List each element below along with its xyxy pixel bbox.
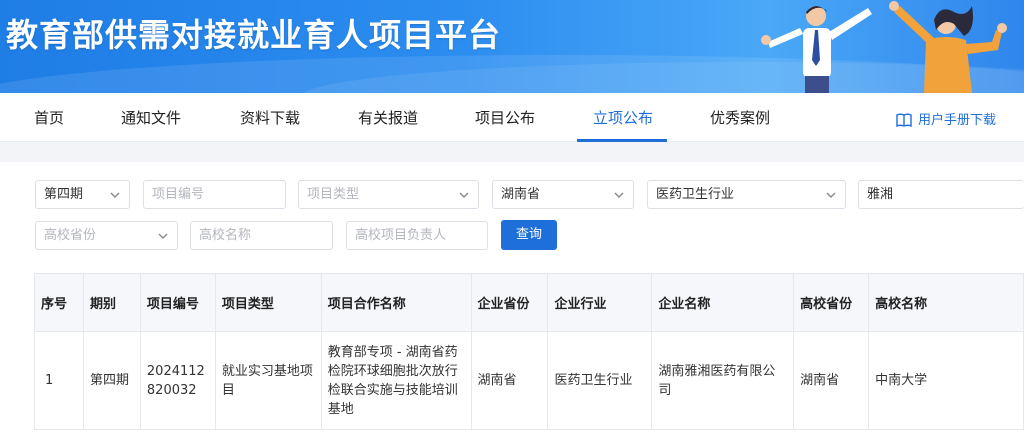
cell-project-no: 2024112820032 [139, 331, 216, 430]
nav-active-indicator [577, 139, 667, 142]
site-title: 教育部供需对接就业育人项目平台 [6, 16, 502, 54]
results-table: 序号 期别 项目编号 项目类型 项目合作名称 企业省份 企业行业 企业名称 高校… [34, 273, 1024, 430]
province-select-value: 湖南省 [501, 187, 541, 202]
nav-project-announce[interactable]: 项目公布 [475, 107, 535, 128]
period-select-value: 第四期 [44, 187, 84, 202]
cell-school-name: 中南大学 [868, 331, 1024, 430]
industry-select[interactable]: 医药卫生行业 [647, 180, 846, 209]
school-name-input[interactable]: 高校名称 [190, 221, 333, 250]
cell-index: 1 [34, 331, 84, 430]
cell-company-name: 湖南雅湘医药有限公司 [651, 331, 795, 430]
nav-notices[interactable]: 通知文件 [121, 107, 181, 128]
chevron-down-icon [826, 192, 836, 198]
table-row[interactable]: 1 第四期 2024112820032 就业实习基地项目 教育部专项 - 湖南省… [34, 331, 1024, 430]
period-select[interactable]: 第四期 [35, 180, 130, 209]
cell-company-industry: 医药卫生行业 [547, 331, 653, 430]
book-icon [896, 113, 912, 128]
chevron-down-icon [459, 192, 469, 198]
column-header: 高校省份 [793, 273, 870, 332]
industry-select-value: 医药卫生行业 [656, 187, 735, 202]
province-select[interactable]: 湖南省 [492, 180, 634, 209]
main-content: 第四期 项目编号 项目类型 湖南省 医药卫生行业 雅湘 高校省份 高校名称 高校… [0, 162, 1024, 440]
nav-approval-announce[interactable]: 立项公布 [593, 107, 653, 128]
chevron-down-icon [110, 192, 120, 198]
column-header: 高校名称 [868, 273, 1024, 332]
column-header: 期别 [82, 273, 141, 332]
project-no-placeholder: 项目编号 [152, 187, 205, 202]
project-no-input[interactable]: 项目编号 [143, 180, 286, 209]
column-header: 序号 [34, 273, 84, 332]
school-leader-input[interactable]: 高校项目负责人 [346, 221, 488, 250]
nav-downloads[interactable]: 资料下载 [240, 107, 300, 128]
project-type-select[interactable]: 项目类型 [298, 180, 479, 209]
manual-download-label: 用户手册下载 [918, 113, 997, 128]
school-province-select[interactable]: 高校省份 [35, 221, 178, 250]
school-name-placeholder: 高校名称 [199, 228, 252, 243]
school-leader-placeholder: 高校项目负责人 [355, 228, 447, 243]
nav-reports[interactable]: 有关报道 [358, 107, 418, 128]
cell-project-type: 就业实习基地项目 [214, 331, 322, 430]
column-header: 企业行业 [547, 273, 653, 332]
chevron-down-icon [614, 192, 624, 198]
nav-cases[interactable]: 优秀案例 [710, 107, 770, 128]
column-header: 企业名称 [651, 273, 795, 332]
company-input-value: 雅湘 [867, 187, 894, 202]
chevron-down-icon [158, 233, 168, 239]
cell-company-province: 湖南省 [470, 331, 549, 430]
column-header: 企业省份 [470, 273, 549, 332]
main-nav: 首页 通知文件 资料下载 有关报道 项目公布 立项公布 优秀案例 用户手册下载 [0, 93, 1024, 142]
company-input[interactable]: 雅湘 [858, 180, 1024, 209]
cell-period: 第四期 [82, 331, 141, 430]
cell-project-name: 教育部专项 - 湖南省药检院环球细胞批次放行检联合实施与技能培训基地 [320, 331, 472, 430]
banner-illustration [761, 1, 1007, 93]
manual-download-link[interactable]: 用户手册下载 [896, 109, 996, 128]
nav-home[interactable]: 首页 [34, 107, 64, 128]
table-header-row: 序号 期别 项目编号 项目类型 项目合作名称 企业省份 企业行业 企业名称 高校… [34, 273, 1024, 332]
column-header: 项目编号 [139, 273, 216, 332]
column-header: 项目类型 [214, 273, 322, 332]
project-type-placeholder: 项目类型 [307, 187, 360, 202]
search-button[interactable]: 查询 [501, 220, 557, 250]
header-banner: 教育部供需对接就业育人项目平台 [0, 0, 1024, 93]
column-header: 项目合作名称 [320, 273, 472, 332]
school-province-placeholder: 高校省份 [44, 228, 97, 243]
cell-school-province: 湖南省 [793, 331, 870, 430]
